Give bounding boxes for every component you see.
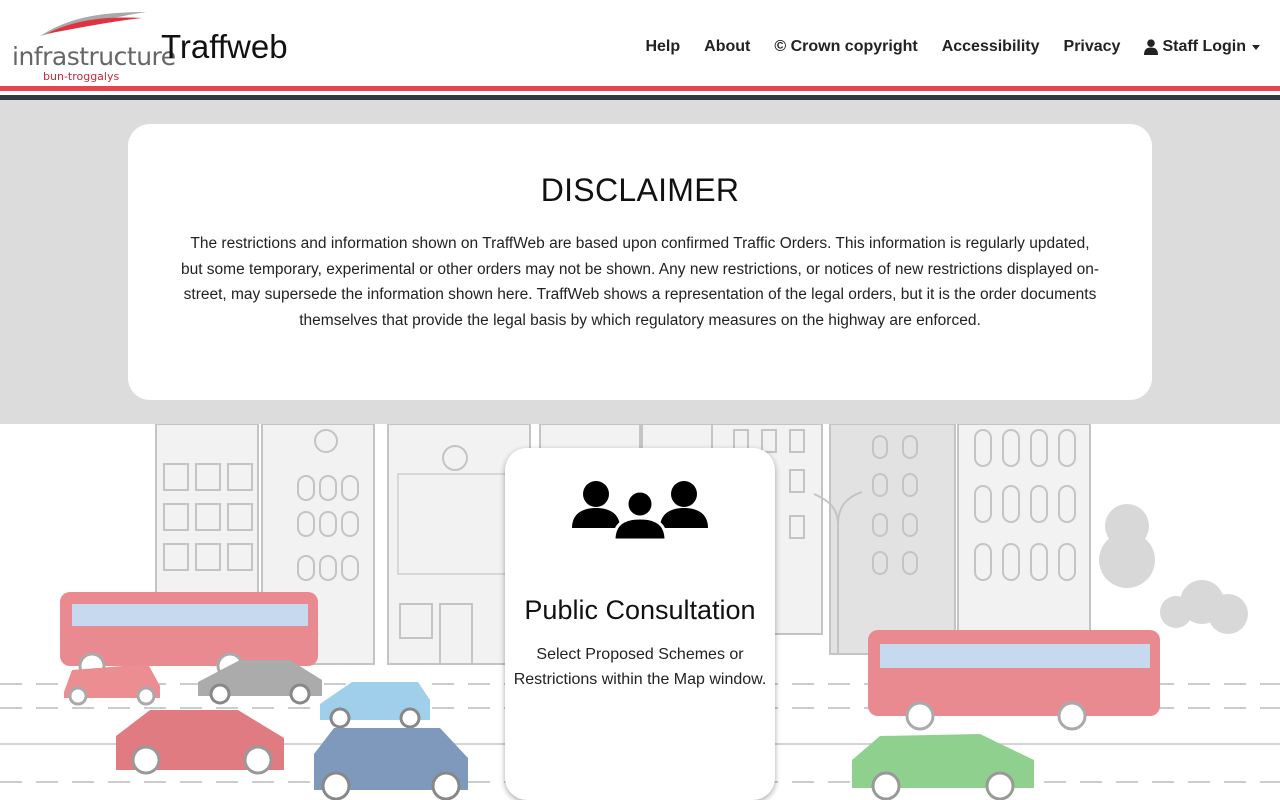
public-consultation-card[interactable]: Public Consultation Select Proposed Sche… — [505, 448, 775, 800]
consultation-title: Public Consultation — [524, 595, 756, 625]
caret-down-icon — [1252, 44, 1260, 50]
disclaimer-card: DISCLAIMER The restrictions and informat… — [128, 124, 1152, 400]
site-header: infrastructure bun-troggalys Traffweb He… — [0, 0, 1280, 100]
staff-login-dropdown[interactable]: Staff Login — [1144, 38, 1260, 56]
disclaimer-text: The restrictions and information shown o… — [180, 235, 1100, 330]
users-icon — [572, 481, 708, 540]
main-nav: Help About © Crown copyright Accessibili… — [645, 38, 1260, 56]
header-red-stripe — [0, 86, 1280, 91]
app-title: Traffweb — [161, 28, 288, 65]
disclaimer-title: DISCLAIMER — [540, 172, 740, 208]
logo-subtitle: bun-troggalys — [43, 70, 120, 83]
logo-wordmark: infrastructure — [12, 42, 176, 71]
nav-privacy[interactable]: Privacy — [1064, 38, 1121, 56]
logo-swoosh-icon — [40, 12, 146, 36]
staff-login-label: Staff Login — [1162, 38, 1246, 55]
nav-about[interactable]: About — [704, 38, 750, 56]
nav-help[interactable]: Help — [645, 38, 680, 56]
nav-copyright[interactable]: © Crown copyright — [774, 38, 917, 56]
infrastructure-logo[interactable]: infrastructure bun-troggalys — [10, 10, 176, 85]
user-icon — [1144, 39, 1159, 55]
nav-accessibility[interactable]: Accessibility — [942, 38, 1040, 56]
consultation-text: Select Proposed Schemes or Restrictions … — [513, 646, 767, 688]
